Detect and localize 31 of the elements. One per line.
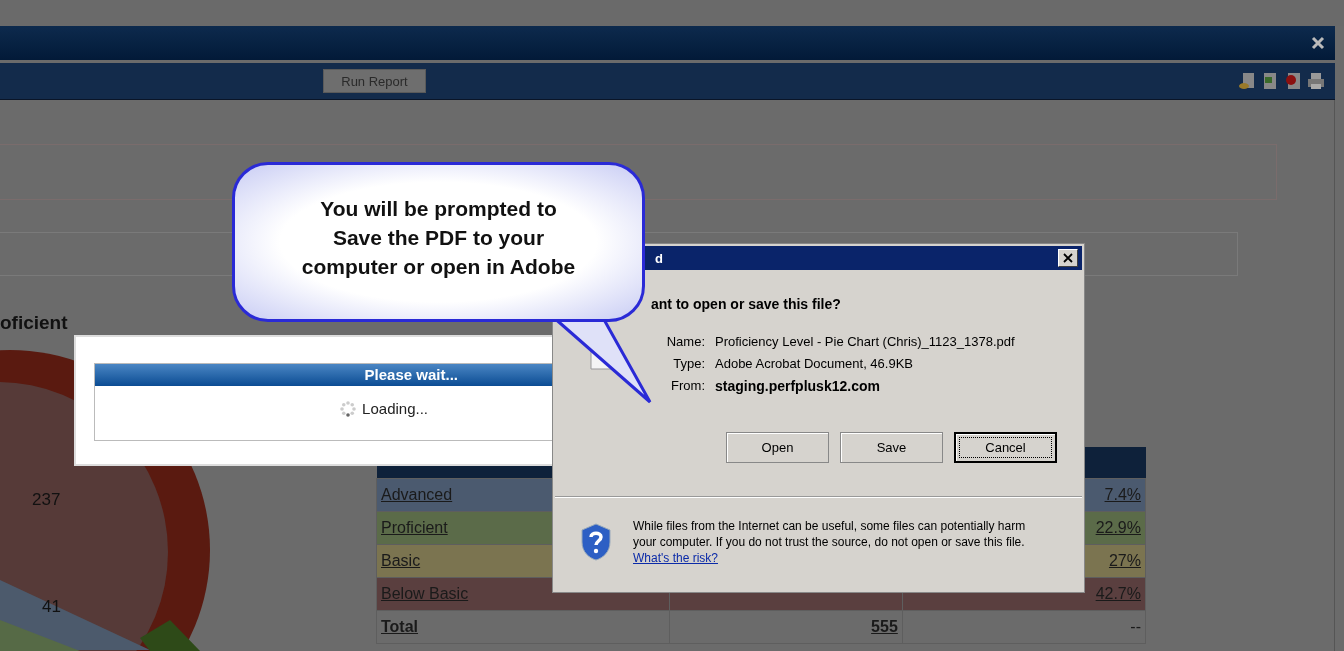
field-value: Adobe Acrobat Document, 46.9KB xyxy=(715,356,914,371)
shield-question-icon xyxy=(579,522,613,562)
printer-icon[interactable] xyxy=(1307,72,1325,90)
pie-value-label: 41 xyxy=(42,597,61,616)
close-icon[interactable] xyxy=(1311,36,1325,50)
spreadsheet-icon[interactable] xyxy=(1261,72,1279,90)
field-label: Type: xyxy=(672,356,705,371)
dialog-button[interactable]: Save xyxy=(840,432,943,463)
document-export-icon[interactable] xyxy=(1238,72,1256,90)
callout-text: computer or open in Adobe xyxy=(301,253,576,280)
field-value: Proficiency Level - Pie Chart (Chris)_1123_1378.pdf xyxy=(715,334,1016,349)
field-label: From: xyxy=(670,378,705,394)
total-label: Total xyxy=(376,610,670,644)
callout-text: Save the PDF to your xyxy=(332,224,545,251)
close-icon xyxy=(1063,253,1073,263)
dialog-button[interactable]: Cancel xyxy=(954,432,1057,463)
close-button[interactable] xyxy=(1058,249,1078,267)
dialog-question: ant to open or save this file? xyxy=(651,296,842,312)
chart-heading: oficient xyxy=(0,312,69,334)
count-cell: 555 xyxy=(669,610,903,644)
dialog-title: d xyxy=(655,250,663,266)
callout-text: You will be prompted to xyxy=(320,195,557,222)
field-value: staging.perfplusk12.com xyxy=(715,378,881,394)
pie-value-label: 237 xyxy=(32,490,61,509)
spinner-icon xyxy=(340,400,357,417)
dialog-button[interactable]: Open xyxy=(726,432,829,463)
run-report-button[interactable]: Run Report xyxy=(323,69,426,93)
pdf-icon[interactable] xyxy=(1284,72,1302,90)
percent-cell: -- xyxy=(902,610,1146,644)
field-label: Name: xyxy=(665,334,705,349)
loading-text: Loading... xyxy=(362,400,428,417)
